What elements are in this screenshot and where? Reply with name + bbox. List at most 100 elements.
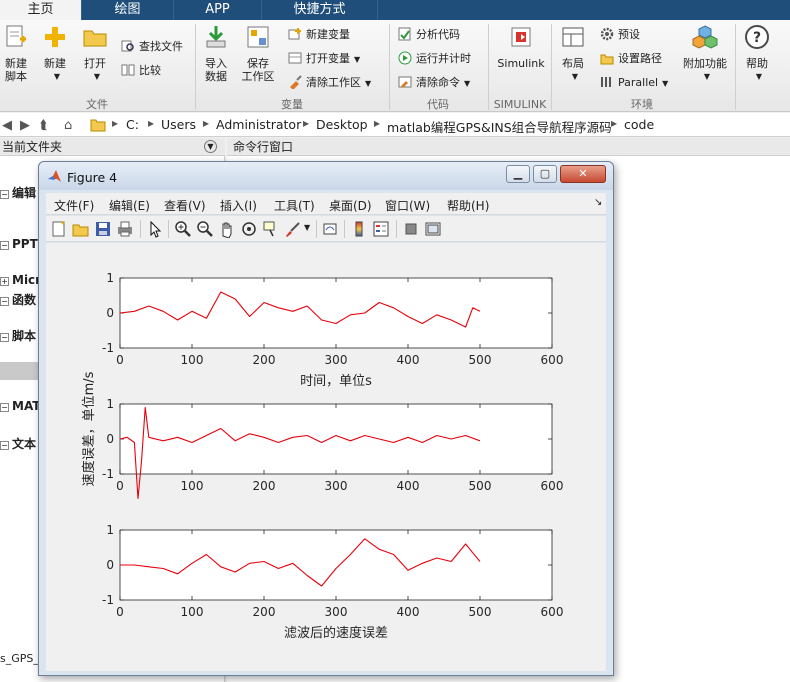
menu-view[interactable]: 查看(V) bbox=[164, 197, 206, 214]
tab-apps[interactable]: APP bbox=[174, 0, 262, 20]
x-tick-label: 400 bbox=[397, 353, 420, 367]
open-button[interactable]: 打开 ▼ bbox=[80, 24, 110, 83]
brush-icon[interactable] bbox=[284, 220, 302, 238]
chevron-down-icon[interactable]: ▼ bbox=[204, 140, 217, 153]
ribbon-separator bbox=[735, 24, 736, 110]
compare-button[interactable]: 比较 bbox=[121, 62, 161, 80]
link-plot-icon[interactable] bbox=[322, 220, 340, 238]
breadcrumb-item[interactable]: Users bbox=[161, 117, 196, 132]
chevron-down-icon: ▼ bbox=[571, 72, 579, 81]
show-plot-tools-icon[interactable] bbox=[424, 220, 442, 238]
new-script-button[interactable]: 新建 脚本 bbox=[2, 24, 30, 83]
x-tick-label: 500 bbox=[469, 479, 492, 493]
breadcrumb-item[interactable]: matlab编程GPS&INS组合导航程序源码 bbox=[387, 117, 612, 136]
menu-help[interactable]: 帮助(H) bbox=[447, 197, 489, 214]
legend-icon[interactable] bbox=[372, 220, 390, 238]
save-icon[interactable] bbox=[94, 220, 112, 238]
print-icon[interactable] bbox=[116, 220, 134, 238]
tree-item[interactable]: − 编辑 bbox=[0, 184, 36, 200]
subplot-3[interactable]: 0 100 200 300 400 500 600-101滤波后的速度误差 bbox=[102, 523, 563, 641]
zoom-out-icon[interactable] bbox=[196, 220, 214, 238]
tree-item[interactable]: − 函数 bbox=[0, 291, 36, 307]
analyze-code-label: 分析代码 bbox=[416, 28, 460, 41]
collapse-icon[interactable]: − bbox=[0, 403, 9, 412]
set-path-button[interactable]: 设置路径 bbox=[600, 50, 662, 68]
clear-commands-button[interactable]: 清除命令 ▼ bbox=[398, 74, 470, 92]
simulink-button[interactable]: Simulink bbox=[494, 24, 548, 70]
maximize-button[interactable]: ▢ bbox=[533, 165, 557, 183]
pan-hand-icon[interactable] bbox=[218, 220, 236, 238]
expand-icon[interactable]: + bbox=[0, 277, 9, 286]
tab-plots[interactable]: 绘图 bbox=[82, 0, 174, 20]
figure-title-bar[interactable]: Figure 4 ▁ ▢ ✕ bbox=[39, 162, 613, 190]
analyze-code-button[interactable]: 分析代码 bbox=[398, 26, 460, 44]
tree-item[interactable]: − PPT bbox=[0, 237, 38, 253]
chevron-down-icon[interactable]: ▼ bbox=[304, 223, 310, 232]
subplot-2[interactable]: 0 100 200 300 400 500 600-101 bbox=[102, 397, 564, 500]
pointer-icon[interactable] bbox=[146, 220, 164, 238]
parallel-icon bbox=[601, 77, 611, 87]
preferences-button[interactable]: 预设 bbox=[600, 26, 640, 44]
menu-insert[interactable]: 插入(I) bbox=[220, 197, 257, 214]
minimize-button[interactable]: ▁ bbox=[506, 165, 530, 183]
y-tick-label: 0 bbox=[106, 558, 114, 572]
tree-item[interactable]: − 文本 bbox=[0, 435, 36, 451]
colorbar-icon[interactable] bbox=[350, 220, 368, 238]
clear-workspace-button[interactable]: 清除工作区 ▼ bbox=[288, 74, 371, 92]
data-cursor-icon[interactable] bbox=[262, 220, 280, 238]
run-and-time-button[interactable]: 运行并计时 bbox=[398, 50, 471, 68]
back-arrow-icon[interactable]: ◀ bbox=[2, 118, 12, 133]
help-button[interactable]: ? 帮助 ▼ bbox=[742, 24, 772, 83]
file-name[interactable]: s_GPS_ bbox=[0, 652, 39, 665]
forward-arrow-icon[interactable]: ▶ bbox=[20, 118, 30, 133]
gear-icon bbox=[600, 27, 614, 41]
tab-home[interactable]: 主页 bbox=[0, 0, 82, 20]
menu-tools[interactable]: 工具(T) bbox=[274, 197, 315, 214]
menu-window[interactable]: 窗口(W) bbox=[385, 197, 430, 214]
selected-file-highlight[interactable] bbox=[0, 362, 40, 380]
addons-icon bbox=[692, 25, 718, 49]
open-file-icon[interactable] bbox=[72, 220, 90, 238]
tab-shortcuts[interactable]: 快捷方式 bbox=[262, 0, 378, 20]
figure-canvas[interactable]: 速度误差，单位m/s 0 100 200 300 400 500 600 -1 0 1 时间，单位s… bbox=[46, 243, 606, 671]
close-button[interactable]: ✕ bbox=[560, 165, 606, 183]
new-figure-icon[interactable] bbox=[50, 220, 68, 238]
breadcrumb-item[interactable]: Desktop bbox=[316, 117, 368, 132]
import-data-button[interactable]: 导入 数据 bbox=[201, 24, 231, 83]
menu-edit[interactable]: 编辑(E) bbox=[109, 197, 150, 214]
open-variable-button[interactable]: 打开变量 ▼ bbox=[288, 50, 360, 68]
collapse-icon[interactable]: − bbox=[0, 297, 9, 306]
tree-item[interactable]: + Micr bbox=[0, 273, 41, 289]
up-folder-icon[interactable]: ⮬ bbox=[40, 118, 48, 133]
breadcrumb-item[interactable]: code bbox=[624, 117, 654, 132]
breadcrumb-item[interactable]: Administrator bbox=[216, 117, 301, 132]
new-variable-button[interactable]: 新建变量 bbox=[288, 26, 350, 44]
x-tick-label: 600 bbox=[541, 479, 564, 493]
collapse-icon[interactable]: − bbox=[0, 190, 9, 199]
hide-plot-tools-icon[interactable] bbox=[402, 220, 420, 238]
layout-button[interactable]: 布局 ▼ bbox=[557, 24, 589, 83]
browse-folder-icon[interactable]: ⌂ bbox=[64, 118, 72, 133]
save-workspace-button[interactable]: 保存 工作区 bbox=[240, 24, 276, 83]
parallel-button[interactable]: Parallel ▼ bbox=[600, 74, 668, 92]
dock-arrow-icon[interactable]: ↘ bbox=[594, 197, 602, 208]
menu-file[interactable]: 文件(F) bbox=[54, 197, 94, 214]
rotate-3d-icon[interactable] bbox=[240, 220, 258, 238]
svg-text:?: ? bbox=[753, 30, 761, 46]
collapse-icon[interactable]: − bbox=[0, 441, 9, 450]
figure-title: Figure 4 bbox=[67, 170, 118, 185]
collapse-icon[interactable]: − bbox=[0, 333, 9, 342]
zoom-in-icon[interactable] bbox=[174, 220, 192, 238]
menu-desktop[interactable]: 桌面(D) bbox=[329, 197, 372, 214]
addons-button[interactable]: 附加功能 ▼ bbox=[680, 24, 730, 83]
plus-icon bbox=[45, 27, 65, 47]
subplot-1[interactable]: 0 100 200 300 400 500 600-101时间，单位s bbox=[102, 271, 563, 389]
x-axis-label: 时间，单位s bbox=[300, 374, 372, 389]
shared-y-axis-label: 速度误差，单位m/s bbox=[81, 371, 97, 486]
breadcrumb-item[interactable]: C: bbox=[126, 117, 139, 132]
tree-item[interactable]: − 脚本 bbox=[0, 327, 36, 343]
tree-item[interactable]: − MAT bbox=[0, 399, 40, 415]
collapse-icon[interactable]: − bbox=[0, 241, 9, 250]
find-files-button[interactable]: 查找文件 bbox=[121, 38, 183, 56]
new-button[interactable]: 新建 ▼ bbox=[40, 24, 70, 83]
